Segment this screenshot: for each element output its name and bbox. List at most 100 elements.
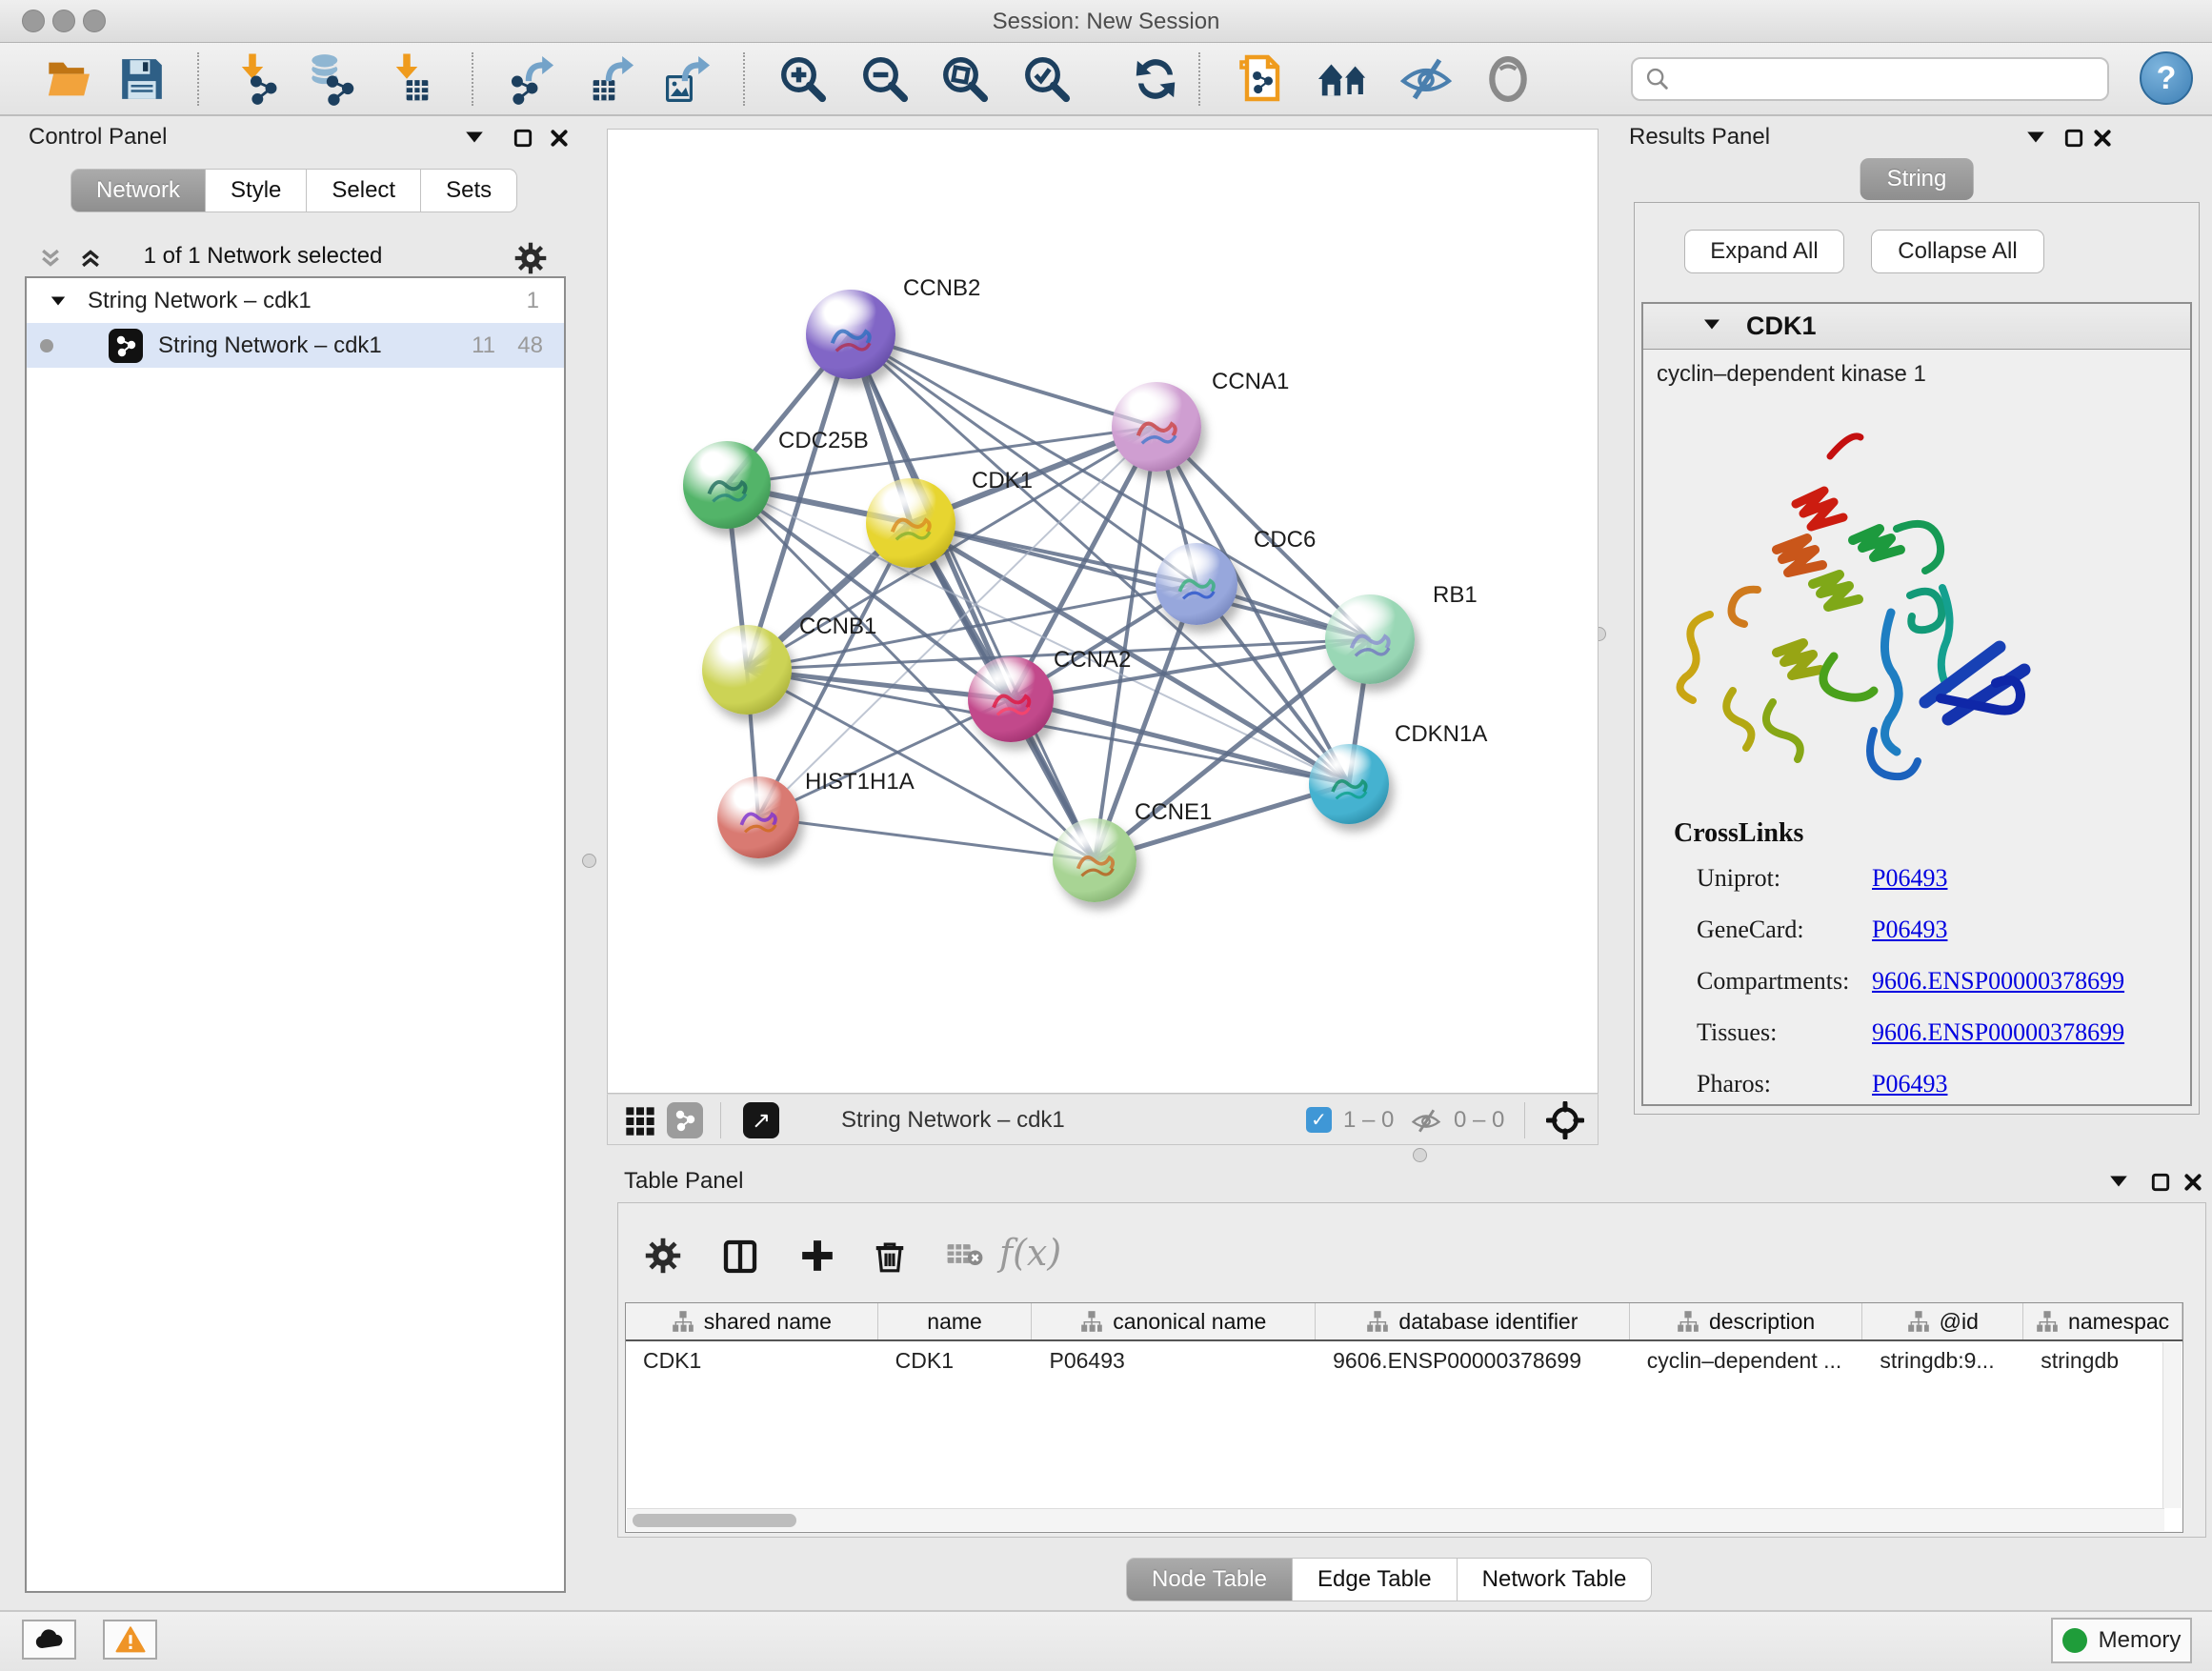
apply-layout-button[interactable] bbox=[1126, 50, 1185, 108]
crosslink-link[interactable]: P06493 bbox=[1872, 916, 1947, 944]
accordion-expander-icon[interactable] bbox=[1702, 315, 1721, 337]
collapse-all-button[interactable]: Collapse All bbox=[1871, 230, 2044, 273]
collection-expander-icon[interactable] bbox=[50, 288, 67, 314]
network-node-CDKN1A[interactable] bbox=[1309, 744, 1389, 824]
maximize-panel-icon[interactable] bbox=[2150, 1172, 2171, 1198]
column-header-namespac[interactable]: namespac bbox=[2023, 1303, 2182, 1339]
import-table-from-file-button[interactable] bbox=[381, 50, 440, 108]
import-network-from-file-button[interactable] bbox=[227, 50, 286, 108]
tab-network-table[interactable]: Network Table bbox=[1458, 1558, 1653, 1601]
network-node-CCNB1[interactable] bbox=[702, 625, 792, 715]
network-node-CCNA2[interactable] bbox=[968, 656, 1054, 742]
zoom-in-button[interactable] bbox=[774, 50, 833, 108]
network-row[interactable]: String Network – cdk1 11 48 bbox=[27, 323, 564, 368]
table-cell[interactable]: stringdb:9... bbox=[1862, 1341, 2023, 1379]
zoom-selected-button[interactable] bbox=[1017, 50, 1076, 108]
network-node-HIST1H1A[interactable] bbox=[717, 776, 799, 858]
hide-selected-icon-button[interactable] bbox=[1397, 50, 1456, 108]
delete-column-icon[interactable] bbox=[872, 1238, 908, 1278]
table-options-gear-icon[interactable] bbox=[645, 1238, 681, 1278]
column-header-canonical-name[interactable]: canonical name bbox=[1032, 1303, 1316, 1339]
search-input[interactable] bbox=[1679, 67, 2096, 91]
float-panel-icon[interactable] bbox=[464, 130, 485, 150]
table-cell[interactable]: cyclin–dependent ... bbox=[1630, 1341, 1863, 1379]
network-node-CDC25B[interactable] bbox=[683, 441, 771, 529]
column-header--id[interactable]: @id bbox=[1862, 1303, 2023, 1339]
horizontal-scrollbar[interactable] bbox=[627, 1508, 2164, 1531]
column-header-name[interactable]: name bbox=[878, 1303, 1033, 1339]
expand-all-button[interactable]: Expand All bbox=[1684, 230, 1844, 273]
table-cell[interactable]: stringdb bbox=[2023, 1341, 2182, 1379]
close-panel-icon[interactable] bbox=[2182, 1172, 2203, 1198]
network-edge[interactable] bbox=[851, 334, 1156, 427]
table-cell[interactable]: P06493 bbox=[1032, 1341, 1316, 1379]
window-minimize-button[interactable] bbox=[52, 10, 75, 32]
network-canvas[interactable]: CCNB2 CCNA1 CDC25B CDK1 CDC6 RB1CCNB1 CC… bbox=[607, 129, 1599, 1094]
open-session-button[interactable] bbox=[40, 50, 99, 108]
grid-view-icon[interactable] bbox=[625, 1106, 655, 1141]
network-node-CDC6[interactable] bbox=[1156, 543, 1237, 625]
network-options-gear-icon[interactable] bbox=[514, 242, 547, 279]
float-panel-icon[interactable] bbox=[2025, 130, 2046, 150]
memory-button[interactable]: Memory bbox=[2051, 1618, 2192, 1663]
column-header-description[interactable]: description bbox=[1630, 1303, 1863, 1339]
export-table-button[interactable] bbox=[583, 50, 642, 108]
network-node-CCNA1[interactable] bbox=[1112, 382, 1201, 472]
export-image-button[interactable] bbox=[659, 50, 718, 108]
crosslink-link[interactable]: P06493 bbox=[1872, 864, 1947, 893]
vertical-scrollbar[interactable] bbox=[2162, 1342, 2182, 1508]
tab-network[interactable]: Network bbox=[70, 169, 206, 212]
scrollbar-thumb[interactable] bbox=[633, 1514, 796, 1527]
table-cell[interactable]: CDK1 bbox=[626, 1341, 878, 1379]
export-network-button[interactable] bbox=[503, 50, 562, 108]
window-close-button[interactable] bbox=[22, 10, 45, 32]
crosslink-link[interactable]: 9606.ENSP00000378699 bbox=[1872, 967, 2124, 996]
float-panel-icon[interactable] bbox=[2108, 1174, 2129, 1194]
table-cell[interactable]: CDK1 bbox=[878, 1341, 1033, 1379]
close-panel-icon[interactable] bbox=[549, 128, 570, 153]
add-column-icon[interactable] bbox=[799, 1238, 835, 1278]
close-panel-icon[interactable] bbox=[2092, 128, 2113, 153]
window-zoom-button[interactable] bbox=[83, 10, 106, 32]
table-cell[interactable]: 9606.ENSP00000378699 bbox=[1316, 1341, 1630, 1379]
left-splitter-handle[interactable] bbox=[582, 854, 596, 868]
tab-node-table[interactable]: Node Table bbox=[1126, 1558, 1293, 1601]
network-collection-row[interactable]: String Network – cdk1 1 bbox=[27, 278, 564, 323]
save-session-button[interactable] bbox=[112, 50, 171, 108]
accordion-header[interactable]: CDK1 bbox=[1643, 304, 2190, 350]
import-network-from-database-button[interactable] bbox=[301, 50, 360, 108]
network-edge[interactable] bbox=[1011, 699, 1349, 784]
network-node-RB1[interactable] bbox=[1325, 594, 1415, 684]
birds-eye-view-icon[interactable]: ↗ bbox=[743, 1102, 779, 1138]
network-edge[interactable] bbox=[758, 817, 1095, 860]
table-row[interactable]: CDK1CDK1P064939606.ENSP00000378699cyclin… bbox=[626, 1341, 2182, 1379]
network-view-icon[interactable] bbox=[667, 1102, 703, 1138]
hidden-eye-icon[interactable] bbox=[1411, 1108, 1441, 1138]
tab-sets[interactable]: Sets bbox=[421, 169, 517, 212]
network-node-CCNE1[interactable] bbox=[1053, 818, 1136, 902]
show-columns-icon[interactable] bbox=[721, 1238, 759, 1280]
column-header-shared-name[interactable]: shared name bbox=[626, 1303, 878, 1339]
tab-string[interactable]: String bbox=[1860, 158, 1974, 200]
tab-style[interactable]: Style bbox=[206, 169, 307, 212]
cloud-button[interactable] bbox=[22, 1620, 76, 1660]
network-from-document-button[interactable] bbox=[1233, 50, 1292, 108]
warnings-button[interactable] bbox=[103, 1620, 157, 1660]
help-button[interactable]: ? bbox=[2140, 51, 2193, 105]
houses-icon-button[interactable] bbox=[1315, 50, 1374, 108]
zoom-fit-button[interactable] bbox=[935, 50, 995, 108]
tab-edge-table[interactable]: Edge Table bbox=[1293, 1558, 1458, 1601]
selected-checkbox-icon[interactable]: ✓ bbox=[1306, 1107, 1332, 1133]
column-header-database-identifier[interactable]: database identifier bbox=[1316, 1303, 1630, 1339]
maximize-panel-icon[interactable] bbox=[2063, 128, 2084, 153]
network-node-CCNB2[interactable] bbox=[806, 290, 895, 379]
crosslink-link[interactable]: P06493 bbox=[1872, 1070, 1947, 1098]
tab-select[interactable]: Select bbox=[307, 169, 421, 212]
fit-content-crosshair-icon[interactable] bbox=[1546, 1101, 1584, 1144]
search-field[interactable] bbox=[1631, 57, 2109, 101]
crosslink-link[interactable]: 9606.ENSP00000378699 bbox=[1872, 1018, 2124, 1047]
maximize-panel-icon[interactable] bbox=[513, 128, 533, 153]
network-node-CDK1[interactable] bbox=[866, 478, 955, 568]
zoom-out-button[interactable] bbox=[855, 50, 915, 108]
show-all-icon-button[interactable] bbox=[1478, 50, 1538, 108]
